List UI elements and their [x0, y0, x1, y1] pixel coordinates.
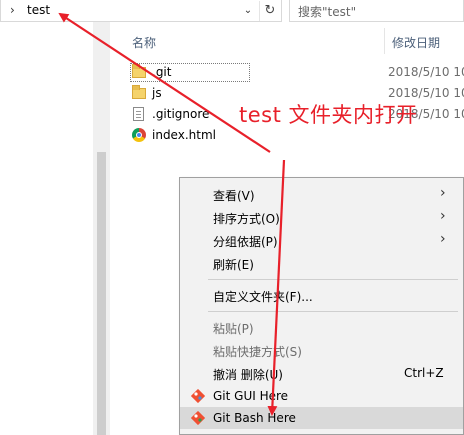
- file-name: index.html: [152, 128, 216, 142]
- menu-item-customize[interactable]: 自定义文件夹(F)...: [180, 284, 463, 306]
- menu-separator: [208, 311, 458, 312]
- column-divider[interactable]: [384, 28, 385, 54]
- menu-item-sort[interactable]: 排序方式(O) ›: [180, 206, 463, 228]
- menu-item-label: 刷新(E): [213, 258, 254, 272]
- file-name: .git: [152, 65, 172, 79]
- folder-icon: [132, 64, 146, 79]
- menu-item-undo-delete[interactable]: 撤消 删除(U) Ctrl+Z: [180, 362, 463, 384]
- menu-item-label: 排序方式(O): [213, 212, 280, 226]
- chevron-down-icon[interactable]: ⌄: [239, 1, 257, 21]
- column-header-date[interactable]: 修改日期: [392, 34, 440, 51]
- chevron-right-icon: ›: [440, 231, 446, 247]
- column-header-name[interactable]: 名称: [132, 34, 156, 51]
- menu-item-label: 撤消 删除(U): [213, 368, 283, 382]
- breadcrumb-test[interactable]: test: [27, 3, 50, 17]
- file-name: .gitignore: [152, 107, 210, 121]
- file-date: 2018/5/10 10: [388, 86, 464, 100]
- breadcrumb-separator: ›: [10, 3, 15, 17]
- nav-scrollbar-thumb[interactable]: [97, 152, 106, 435]
- chevron-right-icon: ›: [440, 185, 446, 201]
- menu-item-label: 自定义文件夹(F)...: [213, 290, 313, 304]
- menu-item-refresh[interactable]: 刷新(E): [180, 252, 463, 274]
- menu-item-label: 分组依据(P): [213, 235, 278, 249]
- refresh-icon[interactable]: ↻: [259, 1, 280, 21]
- search-input[interactable]: 搜索"test": [289, 0, 464, 22]
- file-row[interactable]: .git 2018/5/10 10: [124, 63, 464, 82]
- git-gui-icon: [191, 389, 205, 403]
- file-name: js: [152, 86, 162, 100]
- context-menu: 查看(V) › 排序方式(O) › 分组依据(P) › 刷新(E) 自定义文件夹…: [179, 177, 464, 435]
- menu-separator: [208, 279, 458, 280]
- menu-item-label: 查看(V): [213, 189, 255, 203]
- chevron-right-icon: ›: [440, 208, 446, 224]
- address-bar[interactable]: › test ⌄ ↻: [0, 0, 282, 22]
- nav-scrollbar[interactable]: [93, 22, 110, 435]
- annotation-label: test 文件夹内打开: [239, 103, 418, 127]
- chrome-icon: [132, 128, 146, 142]
- search-placeholder: 搜索"test": [298, 5, 357, 19]
- focus-outline: [130, 63, 250, 82]
- menu-item-label: 粘贴快捷方式(S): [213, 345, 302, 359]
- menu-item-label: 粘贴(P): [213, 322, 254, 336]
- menu-item-git-bash[interactable]: Git Bash Here: [180, 407, 463, 429]
- menu-item-git-gui[interactable]: Git GUI Here: [180, 385, 463, 407]
- menu-item-label: Git GUI Here: [213, 389, 289, 403]
- menu-item-shortcut: Ctrl+Z: [404, 366, 444, 380]
- menu-item-paste[interactable]: 粘贴(P): [180, 316, 463, 338]
- file-date: 2018/5/10 10: [388, 65, 464, 79]
- git-bash-icon: [191, 411, 205, 425]
- menu-item-view[interactable]: 查看(V) ›: [180, 183, 463, 205]
- menu-item-group[interactable]: 分组依据(P) ›: [180, 229, 463, 251]
- file-icon: [132, 107, 146, 121]
- menu-item-paste-shortcut[interactable]: 粘贴快捷方式(S): [180, 339, 463, 361]
- menu-item-label: Git Bash Here: [213, 411, 296, 425]
- folder-icon: [132, 85, 146, 100]
